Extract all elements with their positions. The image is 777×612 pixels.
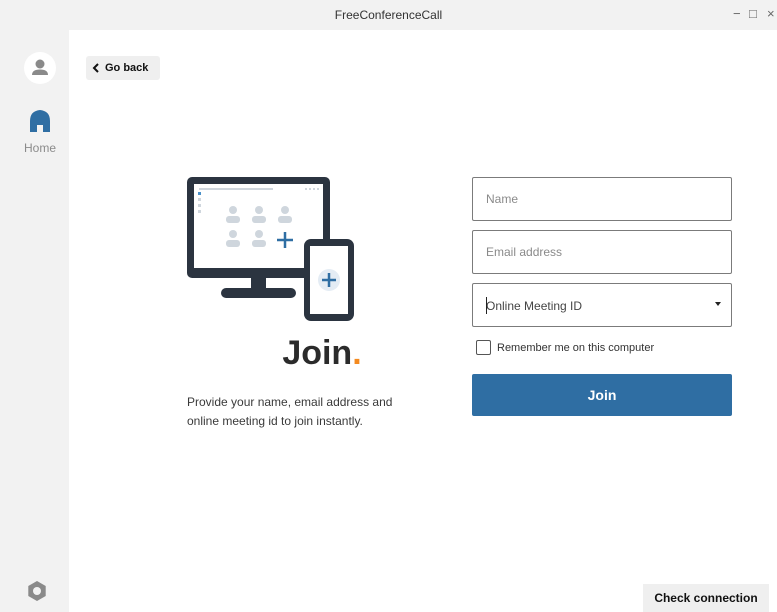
sidebar-item-home[interactable]: Home [18, 108, 62, 155]
maximize-button[interactable]: □ [749, 6, 757, 21]
remember-me-label: Remember me on this computer [497, 341, 655, 354]
text-cursor [486, 297, 487, 314]
sidebar-item-label: Home [23, 141, 56, 155]
name-field[interactable] [472, 177, 732, 221]
check-connection-button[interactable]: Check connection [643, 584, 769, 612]
dropdown-arrow-icon [715, 302, 721, 306]
email-input[interactable] [473, 231, 731, 273]
page-title-dot: . [352, 334, 362, 372]
name-input[interactable] [473, 178, 731, 220]
meeting-id-value: Online Meeting ID [486, 299, 583, 313]
window-title: FreeConferenceCall [334, 8, 443, 22]
remember-me-checkbox[interactable] [476, 340, 491, 355]
remember-me[interactable]: Remember me on this computer [476, 340, 654, 355]
meeting-id-select[interactable]: Online Meeting ID [472, 283, 732, 327]
close-button[interactable]: × [767, 6, 775, 21]
monitor-phone-illustration [187, 177, 354, 321]
gear-icon [28, 581, 46, 601]
join-illustration [187, 177, 357, 327]
title-bar: FreeConferenceCall − □ × [0, 0, 777, 30]
email-field[interactable] [472, 230, 732, 274]
join-button[interactable]: Join [472, 374, 732, 416]
sidebar: Home [0, 30, 69, 612]
user-icon [32, 59, 48, 75]
go-back-button[interactable]: Go back [86, 56, 160, 80]
page-title: Join. [187, 334, 457, 373]
page-description: Provide your name, email address and onl… [187, 395, 393, 428]
avatar[interactable] [24, 52, 56, 84]
go-back-label: Go back [105, 62, 149, 74]
page-title-text: Join [282, 334, 353, 372]
home-icon [30, 110, 50, 132]
settings-button[interactable] [26, 580, 48, 607]
chevron-left-icon [92, 63, 99, 73]
minimize-button[interactable]: − [733, 6, 741, 21]
